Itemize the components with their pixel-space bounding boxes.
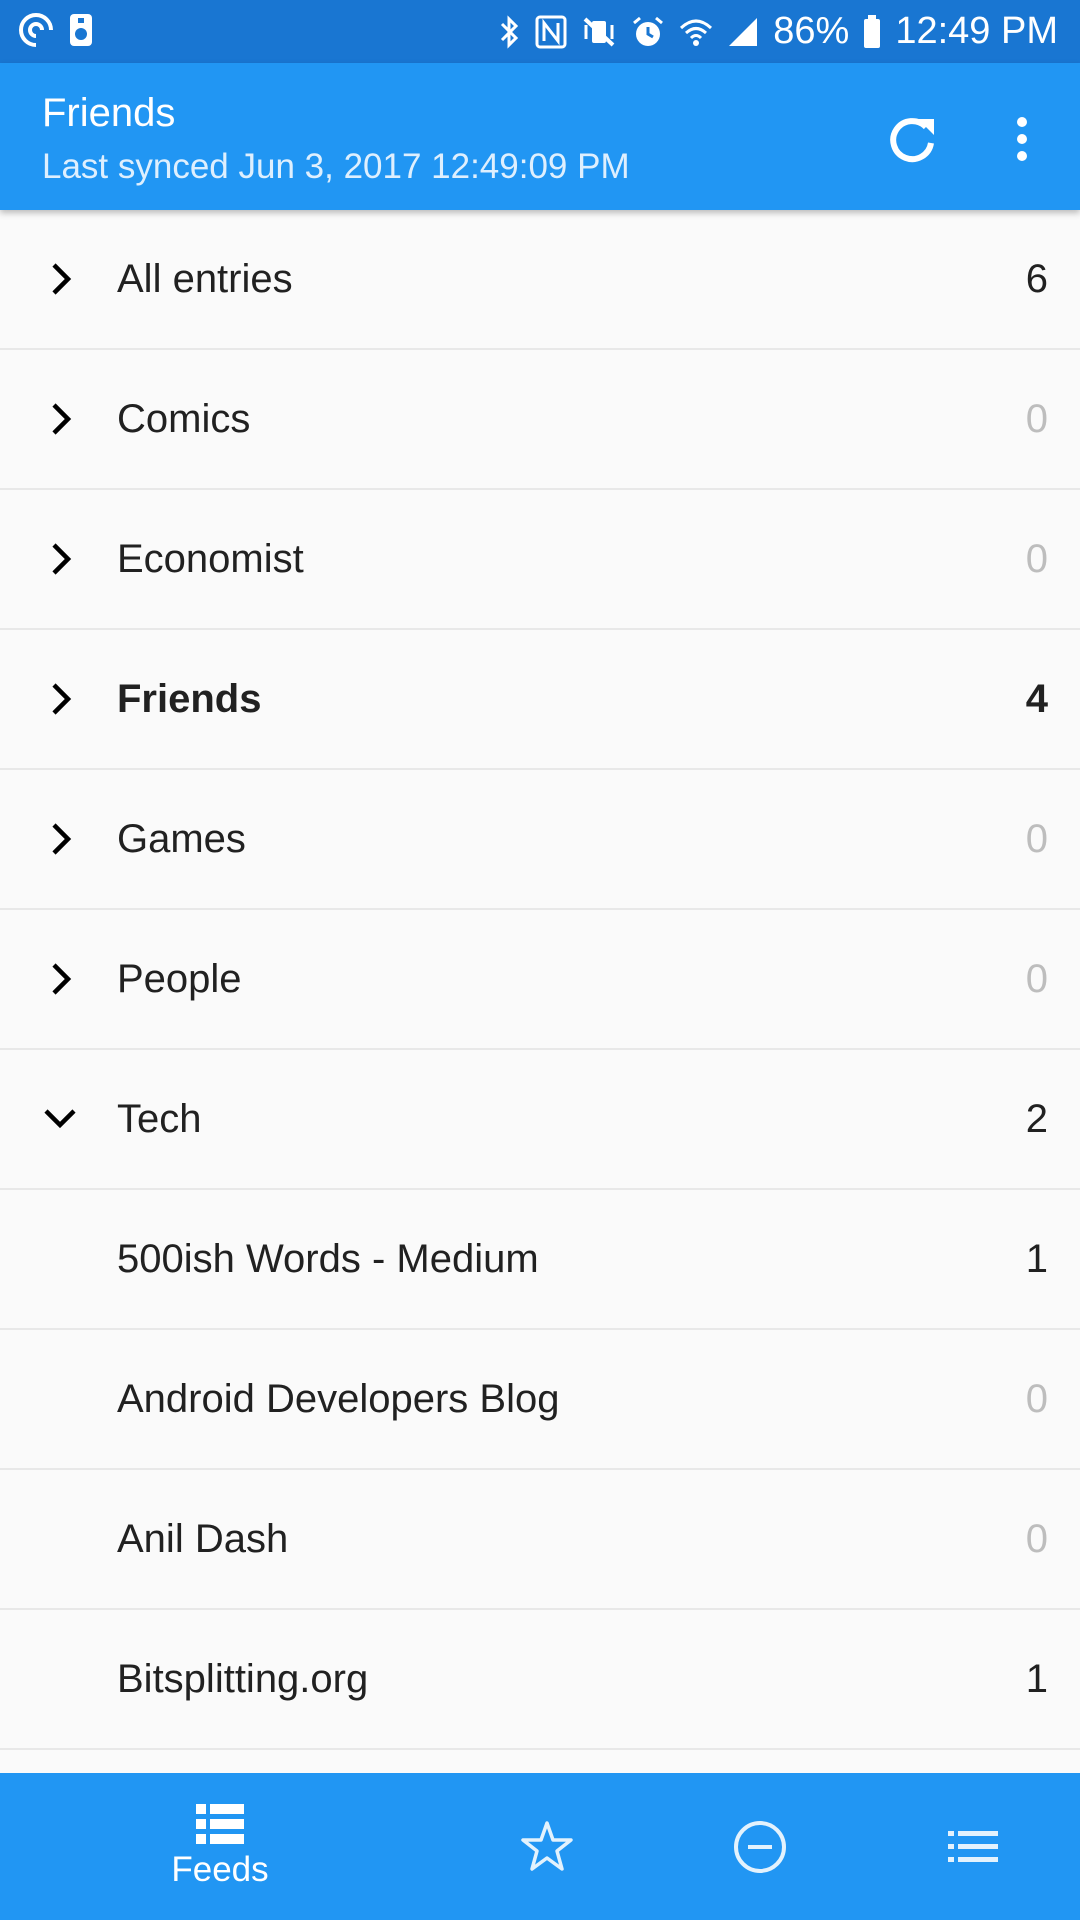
status-right-icons: 86% 12:49 PM bbox=[499, 0, 1058, 63]
feed-row[interactable]: Comics 0 bbox=[0, 350, 1080, 490]
feed-label: 500ish Words - Medium bbox=[117, 1236, 539, 1281]
chevron-right-icon[interactable] bbox=[40, 679, 80, 719]
feed-row[interactable]: Economist 0 bbox=[0, 490, 1080, 630]
feed-label: People bbox=[117, 956, 242, 1001]
tab-starred[interactable] bbox=[497, 1773, 597, 1920]
feed-row[interactable]: Friends 4 bbox=[0, 630, 1080, 770]
status-time: 12:49 PM bbox=[895, 10, 1058, 52]
unread-count: 2 bbox=[1025, 1096, 1048, 1141]
unread-count: 0 bbox=[1025, 816, 1048, 861]
tab-feeds-label: Feeds bbox=[171, 1849, 269, 1889]
unread-count: 0 bbox=[1025, 1376, 1048, 1421]
more-options-button[interactable] bbox=[990, 107, 1054, 171]
unread-count: 0 bbox=[1025, 396, 1048, 441]
unread-count: 0 bbox=[1025, 1516, 1048, 1561]
feed-label: All entries bbox=[117, 256, 293, 301]
chevron-right-icon[interactable] bbox=[40, 399, 80, 439]
bottom-navigation: Feeds bbox=[0, 1773, 1080, 1920]
feed-row[interactable]: Anil Dash 0 bbox=[0, 1470, 1080, 1610]
unread-count: 1 bbox=[1025, 1656, 1048, 1701]
sync-status: Last synced Jun 3, 2017 12:49:09 PM bbox=[42, 147, 630, 186]
chevron-down-icon[interactable] bbox=[40, 1099, 80, 1139]
sync-notification-icon bbox=[18, 12, 54, 48]
unread-count: 6 bbox=[1025, 256, 1048, 301]
chevron-right-icon[interactable] bbox=[40, 959, 80, 999]
tab-filter[interactable] bbox=[710, 1773, 810, 1920]
battery-icon bbox=[863, 14, 881, 49]
feed-label: Economist bbox=[117, 536, 304, 581]
feed-row[interactable]: Tech 2 bbox=[0, 1050, 1080, 1190]
minus-circle-icon bbox=[734, 1820, 786, 1873]
feed-label: Android Developers Blog bbox=[117, 1376, 560, 1421]
feed-label: Friends bbox=[117, 676, 262, 721]
star-icon bbox=[521, 1820, 573, 1871]
feed-row[interactable]: Games 0 bbox=[0, 770, 1080, 910]
tab-list[interactable] bbox=[923, 1773, 1023, 1920]
unread-count: 0 bbox=[1025, 956, 1048, 1001]
chevron-right-icon[interactable] bbox=[40, 539, 80, 579]
tab-feeds[interactable]: Feeds bbox=[120, 1773, 320, 1920]
nfc-icon bbox=[535, 15, 567, 49]
feed-label: Anil Dash bbox=[117, 1516, 289, 1561]
chevron-right-icon[interactable] bbox=[40, 259, 80, 299]
more-vert-icon bbox=[1017, 117, 1027, 161]
feeds-icon bbox=[196, 1803, 244, 1844]
status-left-icons bbox=[18, 12, 94, 48]
feed-label: Games bbox=[117, 816, 246, 861]
feed-row[interactable]: All entries 6 bbox=[0, 210, 1080, 350]
feed-label: Comics bbox=[117, 396, 251, 441]
signal-icon bbox=[727, 16, 759, 48]
refresh-icon bbox=[890, 118, 934, 163]
refresh-button[interactable] bbox=[880, 107, 944, 171]
feed-row[interactable]: 500ish Words - Medium 1 bbox=[0, 1190, 1080, 1330]
feed-row[interactable]: Bitsplitting.org 1 bbox=[0, 1610, 1080, 1750]
feed-row[interactable]: Android Developers Blog 0 bbox=[0, 1330, 1080, 1470]
feed-list: All entries 6 Comics 0 Economist 0 Friends 4 Gam… bbox=[0, 210, 1080, 1750]
wifi-icon bbox=[679, 16, 713, 48]
unread-count: 4 bbox=[1025, 676, 1048, 721]
chevron-right-icon[interactable] bbox=[40, 819, 80, 859]
page-title: Friends bbox=[42, 91, 176, 135]
vibrate-mute-icon bbox=[581, 15, 617, 49]
unread-count: 0 bbox=[1025, 536, 1048, 581]
feed-label: Tech bbox=[117, 1096, 202, 1141]
bluetooth-icon bbox=[499, 14, 521, 49]
app-bar: Friends Last synced Jun 3, 2017 12:49:09… bbox=[0, 63, 1080, 210]
battery-percent: 86% bbox=[773, 10, 850, 52]
device-notification-icon bbox=[68, 12, 94, 48]
status-bar: 86% 12:49 PM bbox=[0, 0, 1080, 63]
list-icon bbox=[948, 1830, 998, 1862]
unread-count: 1 bbox=[1025, 1236, 1048, 1281]
alarm-icon bbox=[631, 15, 665, 49]
feed-label: Bitsplitting.org bbox=[117, 1656, 369, 1701]
feed-row[interactable]: People 0 bbox=[0, 910, 1080, 1050]
